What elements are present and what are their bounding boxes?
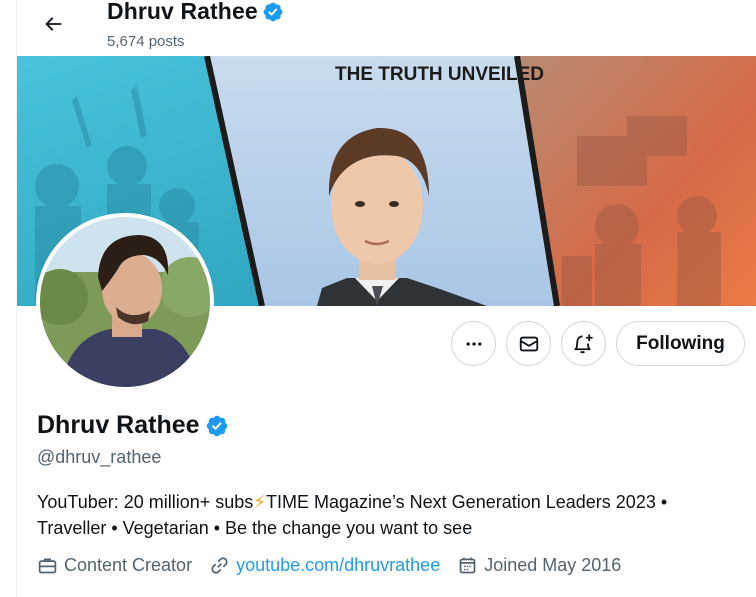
- header-name-row: Dhruv Rathee: [107, 0, 284, 25]
- back-button[interactable]: [35, 6, 71, 42]
- display-name: Dhruv Rathee: [37, 411, 200, 439]
- verified-badge-icon: [263, 2, 283, 21]
- profile-header: Dhruv Rathee 5,674 posts: [17, 0, 756, 56]
- banner-caption: THE TRUTH UNVEILED: [335, 64, 544, 85]
- bio-text-a: YouTuber: 20 million+ subs: [37, 492, 254, 512]
- bio-text-b: TIME Magazine’s Next Generation Leaders …: [265, 492, 668, 512]
- calendar-icon: [459, 557, 476, 574]
- message-button[interactable]: [506, 321, 551, 366]
- profile-avatar[interactable]: [36, 213, 214, 391]
- header-name: Dhruv Rathee: [107, 0, 258, 24]
- joined-date: Joined May 2016: [484, 555, 622, 575]
- notify-button[interactable]: [561, 321, 606, 366]
- website-link[interactable]: youtube.com/dhruvrathee: [236, 555, 440, 576]
- verified-badge-icon: [206, 415, 227, 436]
- following-button[interactable]: Following: [616, 321, 745, 366]
- bio-line-2: Traveller • Vegetarian • Be the change y…: [37, 518, 473, 538]
- profile-meta: Content Creator youtube.com/dhruvrathee …: [37, 555, 638, 576]
- lightning-emoji: ⚡: [253, 492, 266, 512]
- bell-plus-icon: [574, 334, 593, 354]
- envelope-icon: [519, 336, 538, 351]
- bio-line-1: YouTuber: 20 million+ subs⚡TIME Magazine…: [37, 489, 737, 515]
- briefcase-icon: [38, 558, 57, 574]
- arrow-left-icon: [45, 17, 62, 31]
- profile-bio: YouTuber: 20 million+ subs⚡TIME Magazine…: [37, 489, 737, 541]
- user-handle: @dhruv_rathee: [37, 447, 162, 467]
- more-button[interactable]: [451, 321, 496, 366]
- avatar-image: [40, 217, 210, 387]
- joined-item: Joined May 2016: [457, 555, 621, 576]
- category-label: Content Creator: [64, 555, 193, 575]
- link-icon: [211, 557, 228, 574]
- more-icon: [466, 341, 481, 346]
- posts-count: 5,674 posts: [107, 33, 185, 50]
- website-item: youtube.com/dhruvrathee: [209, 555, 440, 576]
- display-name-row: Dhruv Rathee: [37, 411, 229, 440]
- category-item: Content Creator: [37, 555, 192, 576]
